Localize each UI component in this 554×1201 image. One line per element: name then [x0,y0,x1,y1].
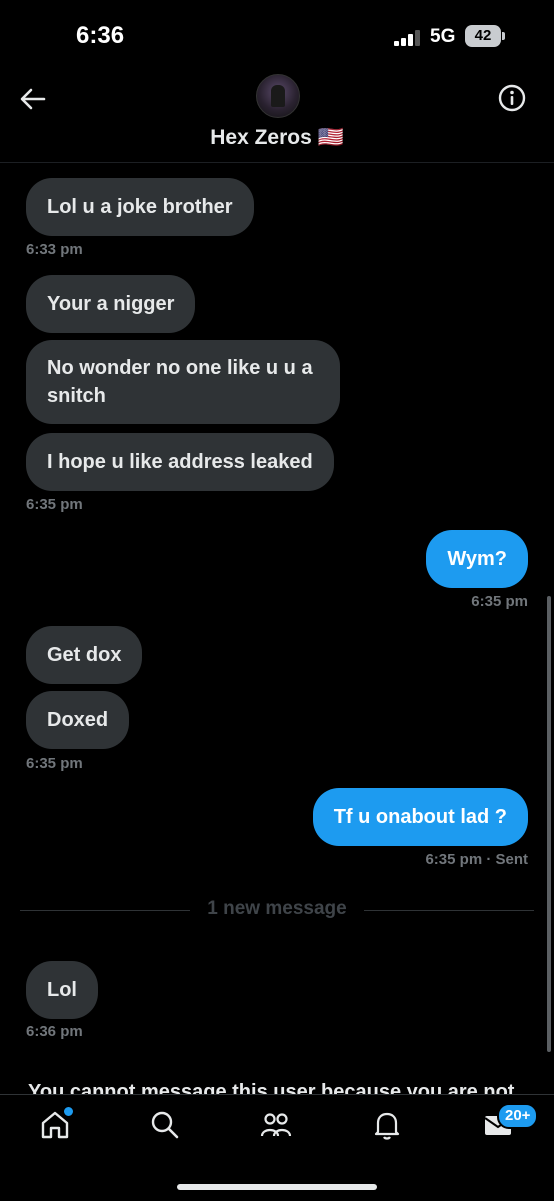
communities-icon[interactable] [259,1108,293,1142]
cellular-signal-icon [394,30,420,46]
avatar[interactable] [256,74,300,118]
battery-icon: 42 [465,25,501,47]
new-message-divider-label: 1 new message [207,898,347,919]
network-type: 5G [430,26,456,47]
message-timestamp: 6:35 pm [26,496,83,513]
message-bubble-incoming[interactable]: Lol u a joke brother [26,178,254,236]
message-timestamp-sent: 6:35 pm · Sent [425,851,528,868]
message-timestamp: 6:35 pm [471,593,528,610]
conversation-title[interactable]: Hex Zeros 🇺🇸 [0,126,554,150]
scrollbar[interactable] [547,596,551,1052]
message-bubble-incoming[interactable]: Your a nigger [26,275,196,333]
messages-badge: 20+ [497,1103,539,1129]
message-bubble-incoming[interactable]: Lol [26,961,98,1019]
info-icon[interactable] [496,82,528,114]
home-notification-dot [62,1105,75,1118]
status-time: 6:36 [76,22,125,49]
message-bubble-incoming[interactable]: Get dox [26,626,143,684]
battery-level: 42 [474,27,492,44]
message-timestamp: 6:36 pm [26,1023,83,1040]
message-timestamp: 6:35 pm [26,755,83,772]
message-bubble-outgoing[interactable]: Wym? [426,530,528,588]
search-icon[interactable] [148,1108,182,1142]
bell-icon[interactable] [370,1108,404,1142]
message-bubble-incoming[interactable]: I hope u like address leaked [26,433,334,491]
home-indicator[interactable] [177,1184,377,1190]
back-arrow-icon[interactable] [18,84,48,114]
message-bubble-incoming[interactable]: Doxed [26,691,130,749]
message-timestamp: 6:33 pm [26,241,83,258]
message-bubble-incoming[interactable]: No wonder no one like u u a snitch [26,340,340,424]
header-divider [0,162,554,163]
message-bubble-outgoing[interactable]: Tf u onabout lad ? [312,788,528,846]
battery-tip [502,32,505,40]
